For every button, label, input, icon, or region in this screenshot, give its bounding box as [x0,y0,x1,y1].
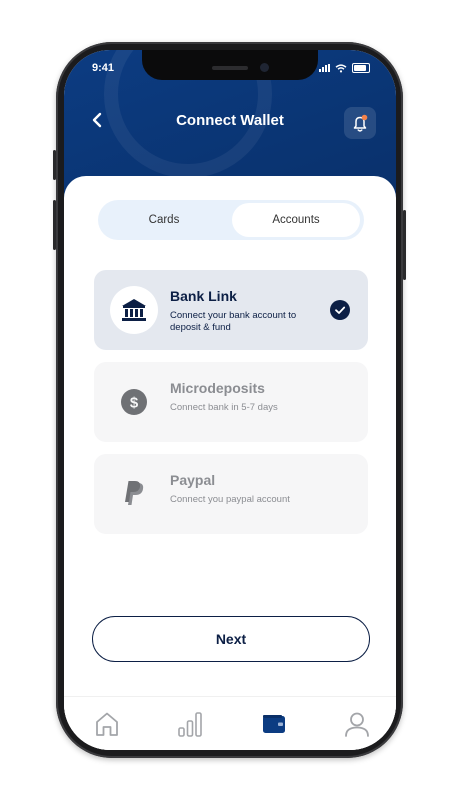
signal-icon [319,64,330,72]
dollar-icon: $ [121,389,147,415]
option-icon-container: $ [110,378,158,426]
bank-icon [122,299,146,321]
option-title: Microdeposits [170,380,265,396]
option-microdeposits[interactable]: $ Microdeposits Connect bank in 5-7 days [94,362,368,442]
next-button[interactable]: Next [92,616,370,662]
phone-side-button [403,210,406,280]
profile-icon[interactable] [342,709,372,739]
option-description: Connect bank in 5-7 days [170,402,278,413]
option-title: Bank Link [170,288,237,304]
option-bank-link[interactable]: Bank Link Connect your bank account to d… [94,270,368,350]
notification-dot [361,114,368,121]
app-screen: 9:41 Connect Wallet Cards Accounts Bank … [64,50,396,750]
option-title: Paypal [170,472,216,488]
phone-side-button [53,200,56,250]
tab-cards[interactable]: Cards [101,203,227,237]
wifi-icon [335,63,347,72]
option-icon-container [110,470,158,518]
notification-button[interactable] [344,107,376,139]
status-icons [319,63,370,73]
bottom-tab-bar [64,696,396,750]
stats-icon[interactable] [175,709,205,739]
camera [260,63,269,72]
selected-check-icon [330,300,350,320]
home-icon[interactable] [92,709,122,739]
tab-accounts[interactable]: Accounts [232,203,360,237]
option-paypal[interactable]: Paypal Connect you paypal account [94,454,368,534]
phone-side-button [53,150,56,180]
battery-icon [352,63,370,73]
option-description: Connect your bank account to deposit & f… [170,310,297,333]
phone-notch [142,50,318,80]
content-sheet: Cards Accounts Bank Link Connect your ba… [64,176,396,750]
status-time: 9:41 [92,62,115,74]
wallet-icon[interactable] [259,709,289,739]
speaker [212,66,248,70]
paypal-icon [125,481,144,505]
bell-icon [353,114,368,132]
option-icon-container [110,286,158,334]
svg-text:$: $ [130,395,139,412]
option-description: Connect you paypal account [170,494,290,505]
segmented-control: Cards Accounts [98,200,364,240]
